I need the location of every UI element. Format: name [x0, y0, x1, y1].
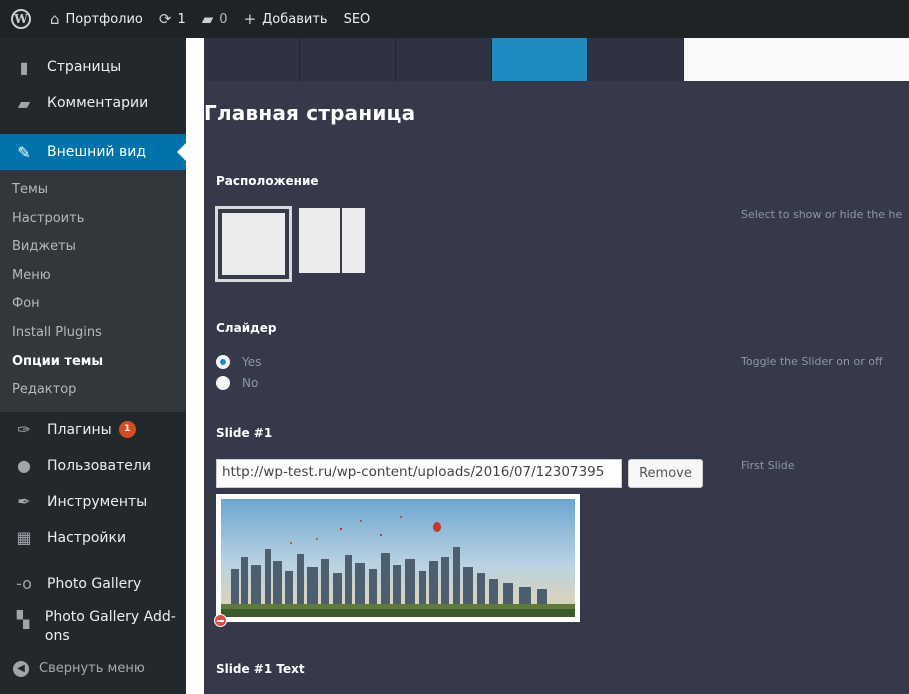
add-new-link[interactable]: + Добавить [236, 0, 336, 38]
wordpress-icon: W [11, 9, 31, 29]
wordpress-logo-button[interactable]: W [0, 0, 42, 38]
seo-link[interactable]: SEO [336, 0, 379, 38]
layout-option-two-column[interactable] [299, 208, 365, 273]
tabs-bar-fill [684, 38, 909, 81]
slide1-image-preview [216, 494, 580, 622]
theme-options-panel: Главная страница Расположение Select to … [204, 38, 909, 694]
layout-description: Select to show or hide the he [741, 208, 903, 221]
gallery-addons-icon: ▚ [16, 609, 30, 629]
radio-label: No [242, 376, 259, 390]
sidebar-item-label: Пользователи [47, 457, 151, 474]
options-tab-1[interactable] [204, 38, 300, 81]
collapse-menu-button[interactable]: ◀ Свернуть меню [0, 652, 186, 686]
submenu-item-editor[interactable]: Редактор [0, 376, 186, 405]
options-tabs [204, 38, 684, 81]
sidebar-item-label: Внешний вид [47, 144, 147, 160]
sidebar-separator [0, 121, 186, 134]
layout-option-full-width[interactable] [215, 206, 292, 282]
options-tab-3[interactable] [396, 38, 492, 81]
home-icon: ⌂ [50, 10, 60, 28]
settings-icon: ▦ [16, 528, 32, 548]
admin-sidebar: ▮ Страницы ▰ Комментарии ✎ Внешний вид Т… [0, 38, 186, 694]
submenu-item-customize[interactable]: Настроить [0, 205, 186, 234]
submenu-item-install-plugins[interactable]: Install Plugins [0, 319, 186, 348]
main-content: Главная страница Расположение Select to … [186, 38, 909, 694]
gallery-dot-icon: -o [16, 574, 32, 594]
slide1-url-input[interactable]: http://wp-test.ru/wp-content/uploads/201… [216, 459, 622, 488]
comment-bubble-icon: ▰ [201, 10, 214, 28]
site-name: Портфолио [65, 11, 143, 27]
site-name-link[interactable]: ⌂ Портфолио [42, 0, 151, 38]
options-tab-5[interactable] [588, 38, 684, 81]
updates-count: 1 [177, 11, 186, 27]
sidebar-item-plugins[interactable]: ✑ Плагины 1 [0, 412, 186, 448]
sidebar-top-spacer [0, 38, 186, 49]
sidebar-item-comments[interactable]: ▰ Комментарии [0, 85, 186, 121]
plus-icon: + [243, 10, 257, 28]
submenu-item-menus[interactable]: Меню [0, 262, 186, 291]
plugins-update-badge: 1 [118, 421, 136, 439]
remove-slide-button[interactable]: Remove [628, 459, 703, 488]
layout-option-full-width-preview [222, 213, 285, 275]
submenu-item-theme-options[interactable]: Опции темы [0, 348, 186, 377]
remove-image-icon[interactable] [214, 614, 227, 627]
radio-label: Yes [242, 355, 262, 369]
sidebar-separator [0, 556, 186, 566]
sidebar-item-photo-gallery[interactable]: -o Photo Gallery [0, 566, 186, 602]
slider-option-no[interactable]: No [216, 376, 258, 390]
paintbrush-icon: ✎ [17, 142, 31, 162]
radio-checked-icon[interactable] [216, 355, 230, 369]
slider-section-title: Слайдер [216, 321, 277, 335]
sidebar-item-pages[interactable]: ▮ Страницы [0, 49, 186, 85]
collapse-label: Свернуть меню [39, 661, 145, 677]
seo-label: SEO [343, 11, 371, 27]
minus-glyph [217, 619, 224, 622]
slider-option-yes[interactable]: Yes [216, 355, 261, 369]
sidebar-item-label: Комментарии [47, 95, 149, 111]
sidebar-item-tools[interactable]: ✒ Инструменты [0, 484, 186, 520]
sidebar-item-label: Плагины [47, 421, 112, 438]
sidebar-item-photo-gallery-addons[interactable]: ▚ Photo Gallery Add-ons [0, 602, 186, 652]
refresh-icon: ⟳ [158, 10, 172, 28]
layout-section-title: Расположение [216, 174, 319, 188]
slide1-description: First Slide [741, 459, 795, 472]
sidebar-item-settings[interactable]: ▦ Настройки [0, 520, 186, 556]
comments-link[interactable]: ▰ 0 [194, 0, 236, 38]
sidebar-item-label: Инструменты [47, 493, 148, 510]
plugin-icon: ✑ [17, 420, 31, 440]
sidebar-item-label: Photo Gallery Add-ons [44, 608, 176, 644]
sidebar-item-label: Настройки [47, 529, 127, 546]
page-title: Главная страница [204, 101, 416, 125]
sidebar-item-label: Photo Gallery [47, 575, 142, 592]
layout-option-divider [340, 208, 342, 273]
options-tab-2[interactable] [300, 38, 396, 81]
comments-count: 0 [219, 11, 228, 27]
options-tab-homepage[interactable] [492, 38, 588, 81]
page-icon: ▮ [19, 57, 29, 77]
sidebar-item-users[interactable]: ● Пользователи [0, 448, 186, 484]
appearance-submenu: Темы Настроить Виджеты Меню Фон Install … [0, 170, 186, 412]
submenu-item-background[interactable]: Фон [0, 290, 186, 319]
sidebar-item-appearance[interactable]: ✎ Внешний вид [0, 134, 186, 170]
wrench-icon: ✒ [17, 492, 31, 512]
submenu-item-themes[interactable]: Темы [0, 176, 186, 205]
collapse-arrow-icon: ◀ [13, 660, 29, 677]
slide1-text-section-title: Slide #1 Text [216, 662, 305, 676]
comment-icon: ▰ [17, 93, 31, 113]
sidebar-item-label: Страницы [47, 59, 122, 75]
user-icon: ● [17, 456, 31, 476]
slide1-section-title: Slide #1 [216, 426, 273, 440]
city-skyline-image [221, 499, 575, 617]
add-new-label: Добавить [262, 11, 328, 27]
slider-description: Toggle the Slider on or off [741, 355, 883, 368]
admin-bar: W ⌂ Портфолио ⟳ 1 ▰ 0 + Добавить SEO [0, 0, 909, 38]
submenu-item-widgets[interactable]: Виджеты [0, 233, 186, 262]
radio-unchecked-icon[interactable] [216, 376, 230, 390]
updates-link[interactable]: ⟳ 1 [151, 0, 194, 38]
